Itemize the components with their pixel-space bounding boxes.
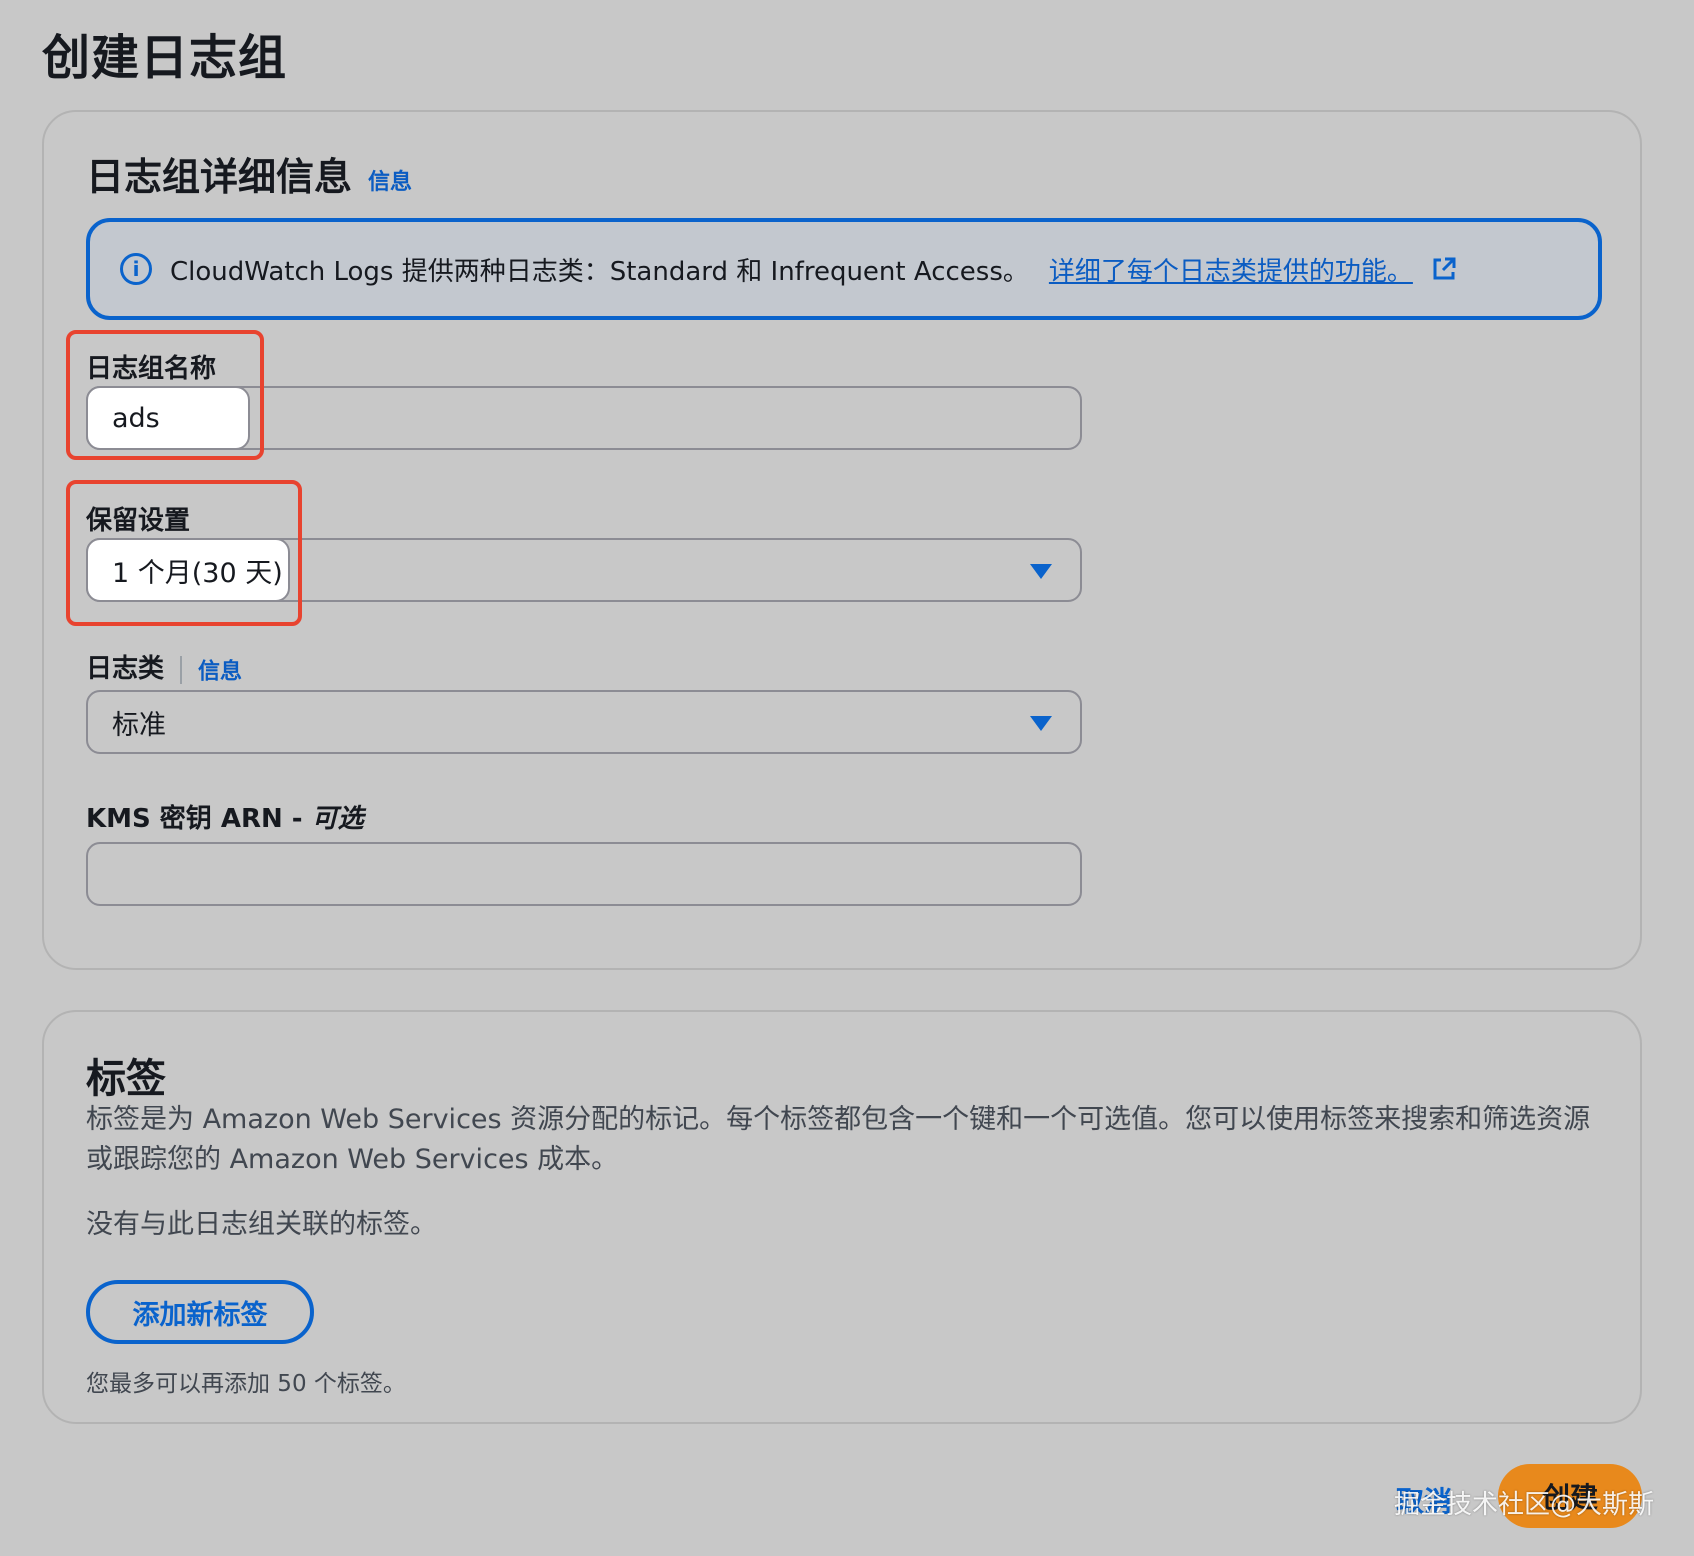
cancel-button[interactable]: 取消 bbox=[1396, 1480, 1452, 1520]
external-link-icon[interactable] bbox=[1431, 256, 1457, 282]
tags-empty-text: 没有与此日志组关联的标签。 bbox=[86, 1209, 437, 1240]
details-section-title: 日志组详细信息 信息 bbox=[86, 146, 412, 201]
log-class-select[interactable]: 标准 bbox=[86, 690, 1082, 754]
alert-text: CloudWatch Logs 提供两种日志类：Standard 和 Infre… bbox=[170, 256, 1029, 287]
details-title-text: 日志组详细信息 bbox=[86, 155, 353, 199]
log-class-label-text: 日志类 bbox=[86, 654, 165, 684]
chevron-down-icon bbox=[1030, 716, 1052, 731]
kms-optional-text: 可选 bbox=[311, 804, 364, 834]
log-group-details-panel: 日志组详细信息 信息 i CloudWatch Logs 提供两种日志类：Stan… bbox=[42, 110, 1642, 970]
tags-panel: 标签 标签是为 Amazon Web Services 资源分配的标记。每个标签… bbox=[42, 1010, 1642, 1424]
log-class-info-alert: i CloudWatch Logs 提供两种日志类：Standard 和 Inf… bbox=[86, 218, 1602, 320]
tags-description: 标签是为 Amazon Web Services 资源分配的标记。每个标签都包含… bbox=[86, 1104, 1591, 1175]
tags-limit-text: 您最多可以再添加 50 个标签。 bbox=[86, 1371, 406, 1397]
name-highlight-box bbox=[66, 330, 264, 460]
create-button[interactable]: 创建 bbox=[1498, 1464, 1642, 1528]
chevron-down-icon bbox=[1030, 564, 1052, 579]
kms-key-label-text: KMS 密钥 ARN - bbox=[86, 804, 312, 834]
log-class-value: 标准 bbox=[112, 709, 166, 741]
log-class-info-link[interactable]: 信息 bbox=[198, 660, 242, 685]
kms-key-input[interactable] bbox=[86, 842, 1082, 906]
page-title: 创建日志组 bbox=[42, 30, 288, 86]
tags-title: 标签 bbox=[86, 1056, 166, 1102]
add-new-tag-button[interactable]: 添加新标签 bbox=[86, 1280, 314, 1344]
retention-highlight-box bbox=[66, 480, 302, 626]
label-divider bbox=[180, 655, 183, 684]
alert-learn-more-link[interactable]: 详细了每个日志类提供的功能。 bbox=[1049, 251, 1413, 288]
details-info-link[interactable]: 信息 bbox=[368, 170, 412, 195]
kms-key-label: KMS 密钥 ARN - 可选 bbox=[86, 798, 364, 835]
info-circle-icon: i bbox=[120, 253, 152, 285]
log-class-label: 日志类 信息 bbox=[86, 648, 242, 686]
